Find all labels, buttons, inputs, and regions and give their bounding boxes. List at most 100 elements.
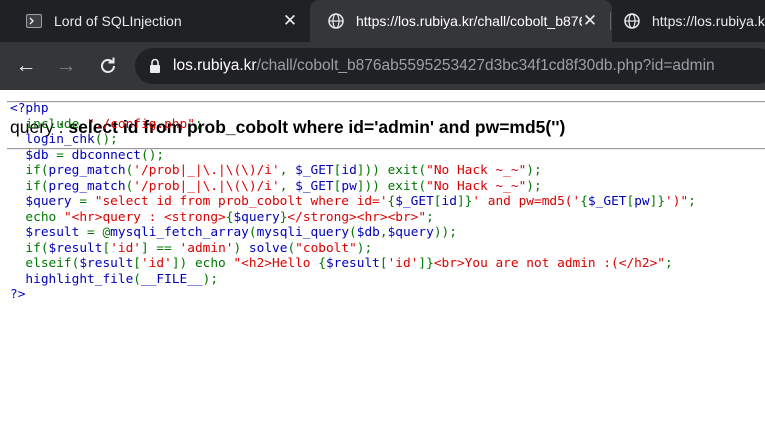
code-token: preg_match — [48, 178, 126, 194]
code-token: $query — [10, 194, 80, 209]
code-token: ')" — [665, 194, 689, 209]
code-line: echo "<hr>query : <strong>{$query}</stro… — [10, 210, 696, 226]
code-token: ) — [233, 240, 249, 256]
code-line: $query = "select id from prob_cobolt whe… — [10, 194, 696, 210]
code-token: if( — [10, 178, 49, 194]
close-tab-icon[interactable]: ✕ — [582, 11, 598, 31]
code-token: = — [79, 194, 95, 209]
address-bar[interactable]: los.rubiya.kr/chall/cobolt_b876ab5595253… — [135, 48, 765, 84]
code-token: (); — [94, 132, 118, 147]
code-line: $result = @mysqli_fetch_array(mysqli_que… — [10, 225, 696, 241]
code-token: (); — [141, 147, 165, 163]
code-token: ( — [133, 271, 141, 287]
code-line: ?> — [10, 287, 696, 303]
code-token: "No Hack ~_~" — [426, 178, 527, 194]
code-token: dbconnect — [71, 147, 141, 163]
globe-icon — [624, 13, 640, 29]
code-line: elseif($result['id']) echo "<h2>Hello {$… — [10, 256, 696, 272]
code-token: $result — [79, 256, 134, 271]
code-token: ]} — [456, 194, 473, 209]
code-token: )); — [433, 225, 457, 240]
code-token: = — [56, 147, 72, 163]
code-token: 'id' — [141, 256, 172, 271]
code-line: if($result['id'] == 'admin') solve("cobo… — [10, 241, 696, 257]
code-token: $_GET — [295, 178, 334, 194]
code-token: highlight_file — [10, 271, 134, 287]
code-token: ] == — [141, 240, 180, 256]
code-token: $query — [233, 209, 280, 225]
tab-separator — [610, 12, 611, 30]
code-token: elseif( — [10, 256, 80, 271]
forward-arrow-icon[interactable]: → — [54, 54, 78, 78]
code-line: <?php — [10, 101, 696, 117]
code-token: = @ — [87, 225, 111, 240]
tab-title: Lord of SQLInjection — [54, 13, 182, 29]
code-token: ); — [356, 240, 373, 256]
code-line: login_chk(); — [10, 132, 696, 148]
code-token: if( — [10, 163, 49, 178]
code-token: ' and pw=md5(' — [472, 194, 581, 209]
url-host: los.rubiya.kr — [173, 57, 257, 74]
code-token: "No Hack ~_~" — [426, 163, 527, 178]
tab-cobolt-2[interactable]: https://los.rubiya.kr/chall/cobolt — [612, 0, 765, 42]
url-text[interactable]: los.rubiya.kr/chall/cobolt_b876ab5595253… — [173, 57, 715, 75]
reload-icon[interactable] — [96, 54, 120, 78]
code-token: </strong><hr><br>" — [287, 209, 427, 225]
code-token: "./config.php" — [87, 116, 195, 132]
code-token: $result — [325, 256, 380, 271]
code-token: pw — [634, 194, 650, 209]
code-token: [ — [133, 256, 141, 271]
code-token: ); — [526, 178, 542, 194]
code-token: , — [279, 178, 296, 194]
code-token: preg_match — [48, 163, 126, 178]
code-token: [ — [433, 194, 442, 209]
code-token: ; — [426, 209, 434, 225]
code-token: login_chk — [10, 132, 95, 147]
code-line: highlight_file(__FILE__); — [10, 272, 696, 288]
code-token: $_GET — [295, 163, 334, 178]
code-token: 'id' — [387, 256, 419, 271]
code-token: $_GET — [587, 194, 627, 209]
code-token: echo — [10, 209, 64, 225]
code-token: { — [580, 194, 588, 209]
code-token: ; — [664, 256, 673, 271]
code-token: ; — [688, 194, 696, 209]
code-token: , — [379, 225, 388, 240]
browser-toolbar: ← → los.rubiya.kr/chall/cobolt_b876ab559… — [0, 42, 765, 90]
code-token: $db — [10, 147, 57, 163]
code-token: "<h2>Hello — [233, 256, 319, 271]
globe-icon — [328, 13, 344, 29]
code-token: solve — [248, 240, 288, 256]
code-token: ]) echo — [171, 256, 234, 271]
code-token: $_GET — [395, 194, 434, 209]
tab-title: https://los.rubiya.kr/chall/cobolt — [652, 13, 765, 29]
back-arrow-icon[interactable]: ← — [14, 54, 38, 78]
code-token: ( — [349, 225, 357, 240]
code-token: pw — [341, 178, 357, 194]
lock-icon[interactable] — [149, 58, 161, 74]
code-token: ?> — [10, 287, 26, 302]
code-line: $db = dbconnect(); — [10, 148, 696, 164]
code-token: ); — [526, 163, 542, 178]
code-line: if(preg_match('/prob|_|\.|\(\)/i', $_GET… — [10, 163, 696, 179]
close-tab-icon[interactable]: ✕ — [282, 11, 298, 31]
code-token: "<hr>query : <strong> — [63, 209, 226, 225]
code-token: "cobolt" — [295, 240, 357, 256]
tab-lord-of-sqlinjection[interactable]: Lord of SQLInjection ✕ — [0, 0, 310, 42]
tab-strip: Lord of SQLInjection ✕ https://los.rubiy… — [0, 0, 765, 42]
php-source-code: <?php include "./config.php"; login_chk(… — [10, 101, 696, 303]
code-token: $result — [10, 225, 88, 240]
code-line: include "./config.php"; — [10, 117, 696, 133]
code-token: id — [441, 194, 457, 209]
code-token: <br>You are not admin :(</h2>" — [433, 256, 665, 271]
code-token: [ — [379, 256, 388, 271]
url-path: /chall/cobolt_b876ab5595253427d3bc34f1cd… — [256, 57, 715, 74]
tab-cobolt-active[interactable]: https://los.rubiya.kr/chall/cobolt_b876a… — [310, 0, 612, 42]
code-token: "select id from prob_cobolt where id=' — [94, 194, 388, 209]
code-token: id — [341, 163, 357, 178]
code-token: '/prob|_|\.|\(\)/i' — [133, 178, 280, 194]
code-token: ])) exit( — [356, 178, 427, 194]
code-token: ; — [194, 116, 203, 132]
code-token: { — [318, 256, 326, 271]
tab-title: https://los.rubiya.kr/chall/cobolt_b876a… — [356, 13, 582, 29]
